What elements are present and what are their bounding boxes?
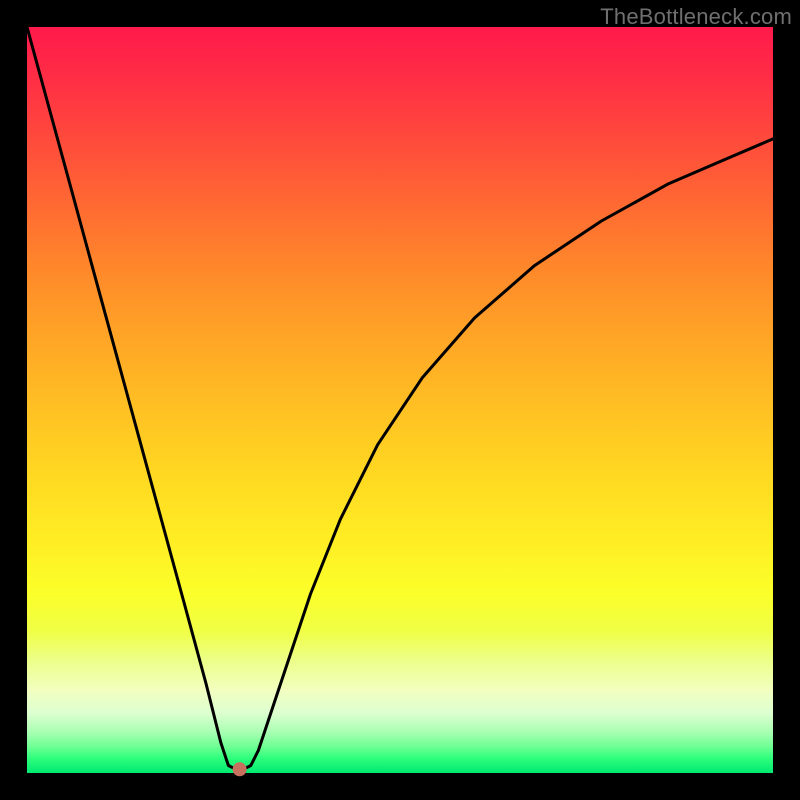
bottleneck-marker [233, 762, 247, 776]
watermark-text: TheBottleneck.com [600, 4, 792, 30]
chart-svg [27, 27, 773, 773]
bottleneck-curve [27, 27, 773, 769]
chart-frame: TheBottleneck.com [0, 0, 800, 800]
chart-plot-area [27, 27, 773, 773]
